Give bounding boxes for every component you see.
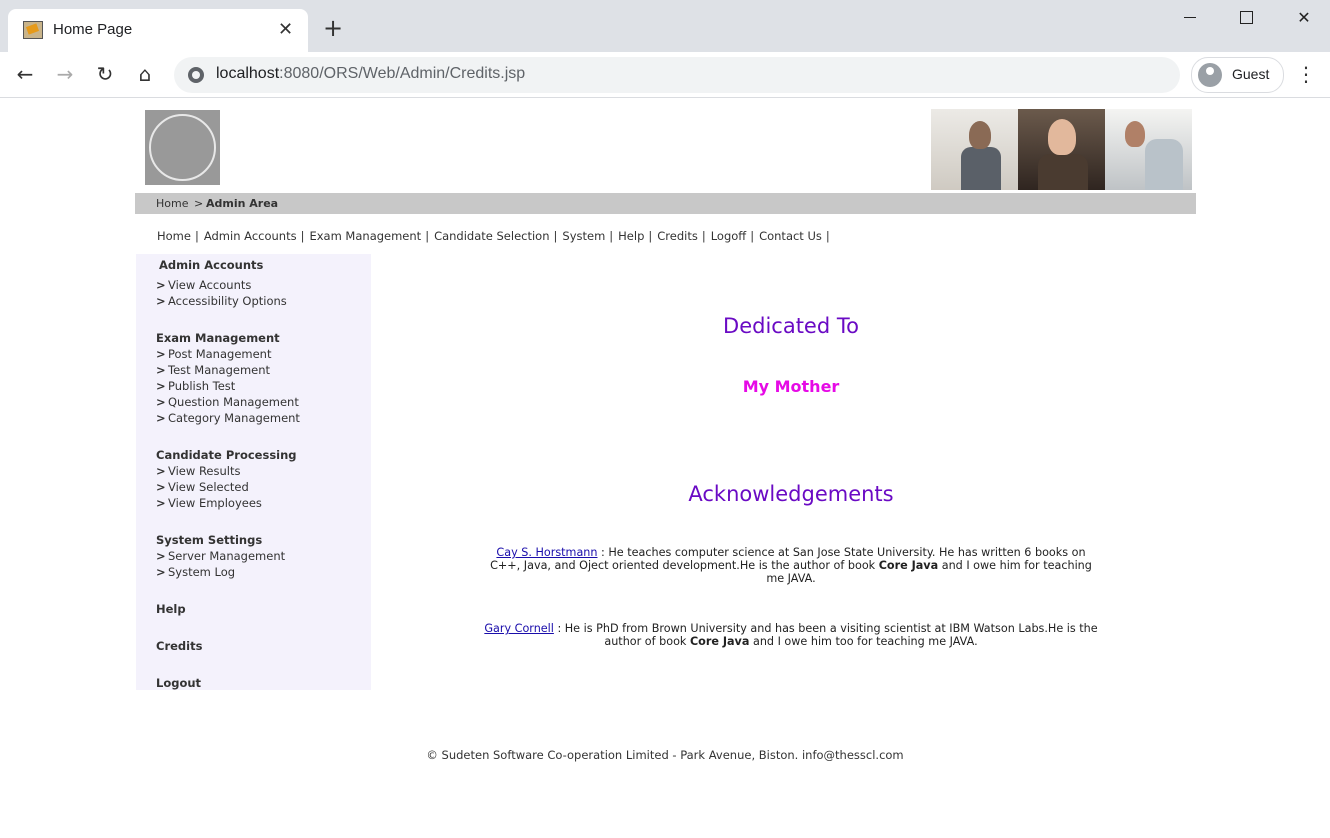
author-link-horstmann[interactable]: Cay S. Horstmann xyxy=(496,546,597,559)
home-icon[interactable]: ⌂ xyxy=(133,62,157,86)
acknowledgement-paragraph: Gary Cornell : He is PhD from Brown Univ… xyxy=(484,622,1098,648)
sidebar-heading-exam-management: Exam Management xyxy=(156,331,280,345)
tab-close-icon[interactable]: ✕ xyxy=(278,19,293,40)
browser-toolbar: ← → ↻ ⌂ localhost:8080/ORS/Web/Admin/Cre… xyxy=(0,52,1330,98)
topnav-credits[interactable]: Credits xyxy=(657,229,698,243)
chevron-right-icon: > xyxy=(156,395,166,409)
back-arrow-icon[interactable]: ← xyxy=(13,62,37,86)
chevron-right-icon: > xyxy=(156,496,166,510)
topnav-exam-management[interactable]: Exam Management xyxy=(309,229,421,243)
sidebar-heading-system-settings: System Settings xyxy=(156,533,263,547)
sidebar-item-publish-test[interactable]: > Publish Test xyxy=(156,379,235,393)
topnav-contact-us[interactable]: Contact Us xyxy=(759,229,822,243)
breadcrumb-current: Admin Area xyxy=(206,197,279,210)
sidebar-item-view-results[interactable]: > View Results xyxy=(156,464,240,478)
sidebar-item-credits[interactable]: Credits xyxy=(156,639,202,653)
browser-tab[interactable]: Home Page ✕ xyxy=(8,9,308,52)
forward-arrow-icon[interactable]: → xyxy=(53,62,77,86)
window-close-button[interactable]: ✕ xyxy=(1289,8,1319,28)
sidebar-item-accessibility-options[interactable]: > Accessibility Options xyxy=(156,294,287,308)
site-logo xyxy=(145,110,220,185)
browser-menu-icon[interactable]: ⋮ xyxy=(1296,62,1316,86)
breadcrumb: Home > Admin Area xyxy=(135,193,1196,214)
topnav-logoff[interactable]: Logoff xyxy=(711,229,747,243)
sidebar-heading-candidate-processing: Candidate Processing xyxy=(156,448,297,462)
dedicatee-text: My Mother xyxy=(742,377,840,396)
topnav-admin-accounts[interactable]: Admin Accounts xyxy=(204,229,297,243)
profile-button[interactable]: Guest xyxy=(1191,57,1284,93)
sidebar-item-system-log[interactable]: > System Log xyxy=(156,565,235,579)
chevron-right-icon: > xyxy=(156,379,166,393)
banner-photo xyxy=(931,109,1018,190)
chevron-right-icon: > xyxy=(156,363,166,377)
author-link-cornell[interactable]: Gary Cornell xyxy=(484,622,554,635)
chevron-right-icon: > xyxy=(156,347,166,361)
topnav-candidate-selection[interactable]: Candidate Selection xyxy=(434,229,549,243)
sidebar-item-logout[interactable]: Logout xyxy=(156,676,201,690)
tab-title: Home Page xyxy=(53,21,133,38)
sidebar: Admin Accounts > View Accounts > Accessibi… xyxy=(136,254,371,690)
dedicated-heading: Dedicated To xyxy=(723,314,859,338)
window-minimize-button[interactable] xyxy=(1175,8,1205,28)
site-info-icon[interactable] xyxy=(188,67,204,83)
page-footer: © Sudeten Software Co-operation Limited … xyxy=(426,748,904,762)
web-page: Home > Admin Area Home | Admin Accounts | Ex… xyxy=(0,98,1330,838)
chevron-right-icon: > xyxy=(156,278,166,292)
url-text[interactable]: localhost:8080/ORS/Web/Admin/Credits.jsp xyxy=(216,65,525,83)
sidebar-item-view-employees[interactable]: > View Employees xyxy=(156,496,262,510)
sidebar-item-view-accounts[interactable]: > View Accounts xyxy=(156,278,251,292)
sidebar-item-post-management[interactable]: > Post Management xyxy=(156,347,271,361)
chevron-right-icon: > xyxy=(156,565,166,579)
window-maximize-button[interactable] xyxy=(1231,8,1261,28)
sidebar-item-category-management[interactable]: > Category Management xyxy=(156,411,300,425)
acknowledgements-heading: Acknowledgements xyxy=(688,482,894,506)
top-navigation: Home | Admin Accounts | Exam Management | Cand… xyxy=(157,229,830,243)
breadcrumb-home-link[interactable]: Home xyxy=(156,197,188,210)
avatar-icon xyxy=(1198,63,1222,87)
sidebar-item-help[interactable]: Help xyxy=(156,602,186,616)
favicon-icon xyxy=(23,21,43,39)
header-banner-image xyxy=(931,109,1192,190)
sidebar-item-question-management[interactable]: > Question Management xyxy=(156,395,299,409)
reload-icon[interactable]: ↻ xyxy=(93,62,117,86)
topnav-home[interactable]: Home xyxy=(157,229,191,243)
sidebar-heading-admin-accounts: Admin Accounts xyxy=(159,258,264,272)
profile-label: Guest xyxy=(1232,66,1270,82)
chevron-right-icon: > xyxy=(156,411,166,425)
address-bar[interactable]: localhost:8080/ORS/Web/Admin/Credits.jsp xyxy=(174,57,1180,93)
chevron-right-icon: > xyxy=(156,480,166,494)
topnav-system[interactable]: System xyxy=(562,229,605,243)
sidebar-item-view-selected[interactable]: > View Selected xyxy=(156,480,249,494)
chevron-right-icon: > xyxy=(156,464,166,478)
sidebar-item-server-management[interactable]: > Server Management xyxy=(156,549,285,563)
chevron-right-icon: > xyxy=(156,294,166,308)
sidebar-item-test-management[interactable]: > Test Management xyxy=(156,363,270,377)
new-tab-button[interactable]: + xyxy=(323,16,343,40)
chevron-right-icon: > xyxy=(156,549,166,563)
banner-photo xyxy=(1105,109,1192,190)
banner-photo xyxy=(1018,109,1105,190)
acknowledgement-paragraph: Cay S. Horstmann : He teaches computer s… xyxy=(490,546,1092,585)
tab-strip: Home Page ✕ + ✕ xyxy=(0,0,1330,52)
topnav-help[interactable]: Help xyxy=(618,229,644,243)
breadcrumb-separator: > xyxy=(194,197,204,210)
